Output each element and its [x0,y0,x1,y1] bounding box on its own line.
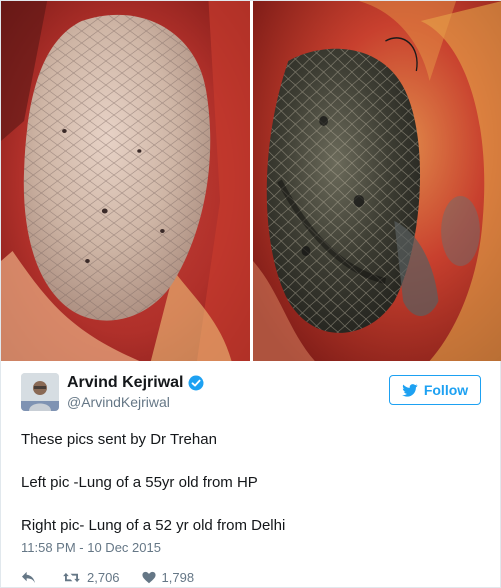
like-icon [141,571,156,583]
left-lung-photo[interactable] [1,1,250,361]
verified-badge-icon [188,375,204,391]
avatar[interactable] [21,373,59,411]
follow-button[interactable]: Follow [389,375,481,405]
twitter-bird-icon [402,383,418,397]
right-lung-photo[interactable] [253,1,501,361]
author-handle[interactable]: @ArvindKejriwal [67,394,204,410]
tweet-timestamp[interactable]: 11:58 PM - 10 Dec 2015 [21,540,161,555]
author-display-name[interactable]: Arvind Kejriwal [67,374,183,392]
like-button[interactable]: 1,798 [141,569,195,585]
author-names: Arvind Kejriwal @ArvindKejriwal [67,374,204,410]
tweet-media[interactable] [1,1,501,361]
tweet-card: Arvind Kejriwal @ArvindKejriwal Follow T… [0,0,501,588]
tweet-text: These pics sent by Dr Trehan Left pic -L… [21,429,481,537]
follow-label: Follow [423,382,469,398]
author-display-name-row[interactable]: Arvind Kejriwal [67,374,204,392]
retweet-count: 2,706 [87,569,120,585]
avatar-image [21,373,59,411]
left-lung-image [1,1,250,361]
like-count: 1,798 [161,569,195,585]
tweet-actions: 2,706 1,798 [21,568,194,586]
right-lung-image [253,1,501,361]
tweet-text-line: These pics sent by Dr Trehan [21,431,217,448]
reply-icon [22,571,35,583]
retweet-icon [63,572,80,582]
reply-button[interactable] [21,571,36,584]
tweet-text-line: Left pic -Lung of a 55yr old from HP [21,474,258,491]
tweet-header: Arvind Kejriwal @ArvindKejriwal Follow [21,373,481,415]
retweet-button[interactable]: 2,706 [62,570,120,585]
tweet-text-line: Right pic- Lung of a 52 yr old from Delh… [21,517,286,534]
